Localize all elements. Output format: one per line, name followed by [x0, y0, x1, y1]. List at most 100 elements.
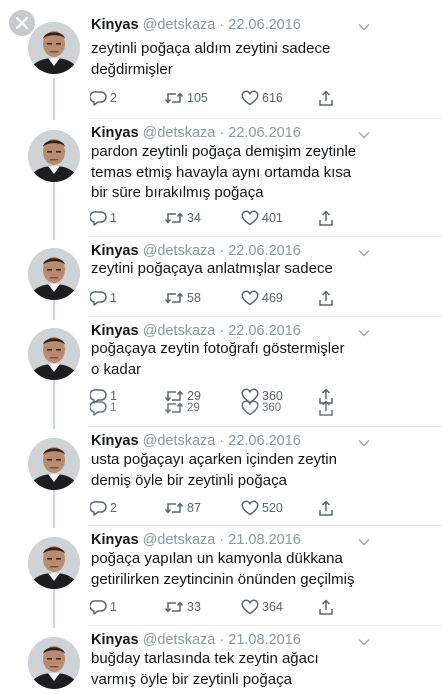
tweet-text: pardon zeytinli poğaça demişim zeytinle t…: [91, 142, 422, 204]
heart-icon: [241, 599, 259, 615]
display-name[interactable]: Kinyas: [91, 243, 139, 259]
display-name[interactable]: Kinyas: [91, 323, 139, 339]
user-handle[interactable]: @detskaza: [143, 125, 216, 141]
reply-icon: [90, 400, 107, 416]
reply-count: 2: [110, 91, 117, 105]
tweet-date[interactable]: 22.06.2016: [228, 433, 301, 449]
tweet-text: zeytinli poğaça aldım zeytini sadece değd…: [91, 39, 422, 80]
reply-icon: [90, 500, 107, 516]
chevron-down-icon: [358, 634, 370, 650]
reply-button[interactable]: 2: [90, 498, 117, 518]
user-handle[interactable]: @detskaza: [143, 17, 216, 33]
tweet-text-line: buğday tarlasında tek zeytin ağacı: [91, 650, 319, 667]
tweet-date[interactable]: 21.08.2016: [228, 632, 301, 648]
display-name[interactable]: Kinyas: [91, 125, 139, 141]
reply-button[interactable]: 1: [90, 400, 116, 416]
share-button[interactable]: [318, 88, 334, 108]
reply-icon: [90, 290, 107, 306]
tweet-date[interactable]: 22.06.2016: [228, 125, 301, 141]
separator-dot: ·: [219, 532, 225, 548]
tweet-date[interactable]: 22.06.2016: [228, 243, 301, 259]
tweet-header: Kinyas @detskaza · 22.06.2016: [91, 431, 430, 451]
reply-button[interactable]: 1: [90, 208, 117, 228]
tweet-header: Kinyas @detskaza · 22.06.2016: [91, 15, 430, 35]
chevron-down-icon: [358, 19, 370, 35]
user-handle[interactable]: @detskaza: [143, 433, 216, 449]
tweet-text-line: temas etmiş havayla aynı ortamda kısa: [91, 163, 352, 181]
retweet-icon: [164, 91, 184, 105]
avatar[interactable]: [28, 637, 80, 689]
like-button[interactable]: 616: [241, 88, 283, 108]
retweet-count: 34: [187, 211, 201, 225]
avatar[interactable]: [28, 130, 80, 182]
share-button[interactable]: [318, 498, 334, 518]
chevron-down-icon: [358, 534, 370, 550]
retweet-count: 58: [187, 291, 201, 305]
like-count: 360: [262, 402, 282, 414]
display-name[interactable]: Kinyas: [91, 632, 139, 648]
retweet-button[interactable]: 105: [164, 88, 208, 108]
thread-line: [53, 375, 55, 429]
user-handle[interactable]: @detskaza: [143, 323, 216, 339]
like-button[interactable]: 360: [241, 400, 281, 416]
avatar[interactable]: [28, 438, 80, 490]
like-button[interactable]: 520: [241, 498, 283, 518]
retweet-button[interactable]: 33: [164, 597, 201, 617]
separator-dot: ·: [219, 433, 225, 449]
tweet-text-line: o kadar: [91, 360, 142, 378]
avatar[interactable]: [28, 22, 80, 74]
share-icon: [318, 499, 334, 517]
tweet-text-line: usta poğaçayı açarken içinden zeytin: [91, 451, 337, 468]
retweet-button[interactable]: 87: [164, 498, 201, 518]
retweet-count: 87: [187, 501, 201, 515]
chevron-down-icon: [358, 435, 370, 451]
more-button[interactable]: [358, 17, 370, 37]
avatar[interactable]: [28, 328, 80, 380]
retweet-button[interactable]: 58: [164, 288, 201, 308]
separator-dot: ·: [219, 125, 225, 141]
like-count: 364: [262, 600, 283, 614]
reply-icon: [90, 599, 107, 615]
retweet-count: 33: [187, 600, 201, 614]
reply-button[interactable]: 1: [90, 288, 117, 308]
user-handle[interactable]: @detskaza: [143, 532, 216, 548]
reply-icon: [90, 90, 107, 106]
reply-button[interactable]: 2: [90, 88, 117, 108]
retweet-icon: [164, 291, 184, 305]
like-count: 401: [262, 211, 283, 225]
retweet-icon: [164, 211, 184, 225]
avatar[interactable]: [28, 537, 80, 589]
tweet-date[interactable]: 22.06.2016: [228, 323, 301, 339]
close-button[interactable]: [9, 10, 35, 36]
reply-count: 1: [110, 600, 117, 614]
reply-count: 2: [110, 501, 117, 515]
tweet-header: Kinyas @detskaza · 21.08.2016: [91, 630, 430, 650]
reply-button[interactable]: 1: [90, 597, 117, 617]
avatar[interactable]: [28, 248, 80, 300]
display-name[interactable]: Kinyas: [91, 433, 139, 449]
heart-icon: [241, 210, 259, 226]
share-button[interactable]: [318, 288, 334, 308]
retweet-button[interactable]: 34: [164, 208, 201, 228]
user-handle[interactable]: @detskaza: [143, 632, 216, 648]
share-button[interactable]: [318, 208, 334, 228]
like-button[interactable]: 401: [241, 208, 283, 228]
share-button[interactable]: [318, 597, 334, 617]
retweet-button[interactable]: 29: [164, 400, 200, 416]
tweet-header: Kinyas @detskaza · 21.08.2016: [91, 530, 430, 550]
tweet-date[interactable]: 22.06.2016: [228, 17, 301, 33]
tweet-text-line: poğaçaya zeytin fotoğrafı göstermişler: [91, 340, 345, 357]
tweet-text: zeytini poğaçaya anlatmışlar sadece: [91, 259, 422, 280]
tweet-text-line: pardon zeytinli poğaça demişim zeytinle: [91, 143, 357, 160]
retweet-count: 29: [187, 402, 200, 414]
like-button[interactable]: 469: [241, 288, 283, 308]
share-icon: [318, 598, 334, 616]
display-name[interactable]: Kinyas: [91, 532, 139, 548]
like-button[interactable]: 364: [241, 597, 283, 617]
share-button[interactable]: [318, 399, 334, 416]
tweet-actions: 1 33 364: [90, 597, 350, 617]
share-icon: [318, 289, 334, 307]
display-name[interactable]: Kinyas: [91, 17, 139, 33]
user-handle[interactable]: @detskaza: [143, 243, 216, 259]
tweet-date[interactable]: 21.08.2016: [228, 532, 301, 548]
